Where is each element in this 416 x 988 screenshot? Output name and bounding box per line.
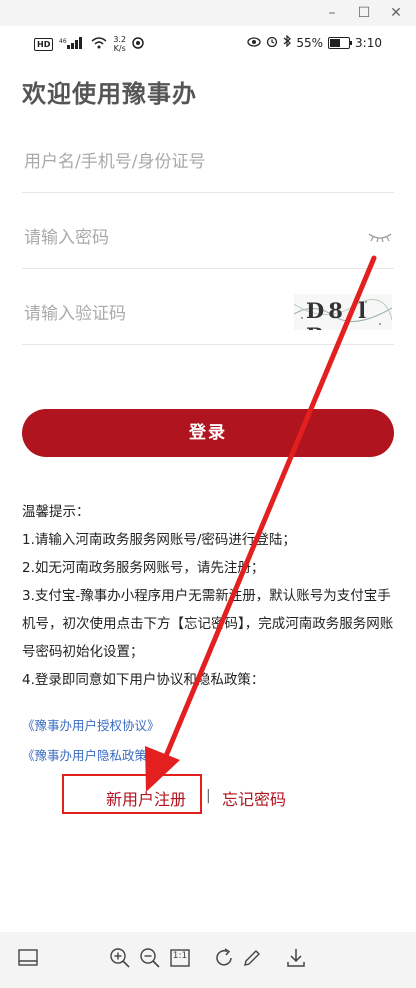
- zoom-out-icon[interactable]: [138, 946, 162, 970]
- minimize-icon[interactable]: –: [322, 3, 342, 23]
- privacy-policy-link[interactable]: 《豫事办用户隐私政策》: [22, 745, 160, 764]
- tip-line: 2.如无河南政务服务网账号，请先注册；: [22, 560, 265, 576]
- tips-panel: 温馨提示： 1.请输入河南政务服务网账号/密码进行登陆； 2.如无河南政务服务网…: [22, 498, 396, 694]
- signal-strength-icon: 46: [59, 36, 85, 52]
- pen-icon[interactable]: [240, 946, 264, 970]
- network-speed: 3.2 K/s: [113, 35, 127, 53]
- app-notification-icon: [132, 36, 144, 52]
- status-bar: HD 46 3.2 K/s 55% 3:10: [0, 26, 416, 60]
- annotation-highlight-box: [62, 774, 202, 814]
- password-field-row: [22, 208, 394, 269]
- page-title: 欢迎使用豫事办: [22, 80, 197, 108]
- tip-line: 3.支付宝-豫事办小程序用户无需新注册，默认账号为支付宝手机号，初次使用点击下方…: [22, 588, 394, 660]
- window-title-bar: – ☐ ✕: [0, 0, 416, 26]
- alarm-icon: [266, 35, 278, 50]
- username-field-row: [22, 132, 394, 193]
- username-input[interactable]: [22, 146, 326, 178]
- password-input[interactable]: [22, 222, 326, 254]
- tip-line: 1.请输入河南政务服务网账号/密码进行登陆；: [22, 532, 296, 548]
- panel-icon[interactable]: [16, 946, 40, 970]
- zoom-in-icon[interactable]: [108, 946, 132, 970]
- bluetooth-icon: [283, 34, 292, 50]
- separator: |: [206, 788, 211, 804]
- captcha-text: D8 l B: [306, 298, 371, 330]
- wifi-icon: [91, 36, 107, 52]
- captcha-input[interactable]: [22, 298, 326, 330]
- captcha-image[interactable]: D8 l B: [294, 294, 392, 330]
- eye-closed-icon[interactable]: [368, 228, 392, 247]
- user-agreement-link[interactable]: 《豫事办用户授权协议》: [22, 715, 160, 734]
- download-icon[interactable]: [284, 946, 308, 970]
- login-button[interactable]: 登录: [22, 409, 394, 457]
- eye-comfort-icon: [247, 36, 262, 50]
- battery-percent: 55%: [296, 35, 324, 50]
- captcha-field-row: D8 l B: [22, 284, 394, 345]
- tips-heading: 温馨提示：: [22, 504, 90, 520]
- maximize-icon[interactable]: ☐: [354, 3, 374, 23]
- battery-icon: [328, 36, 353, 49]
- actual-size-icon[interactable]: 1:1: [168, 946, 192, 970]
- hd-badge: HD: [34, 37, 54, 51]
- svg-text:46: 46: [59, 38, 67, 45]
- clock: 3:10: [355, 35, 382, 50]
- rotate-icon[interactable]: [212, 946, 236, 970]
- viewer-toolbar: 1:1: [0, 932, 416, 988]
- forgot-password-link[interactable]: 忘记密码: [222, 786, 286, 810]
- tip-line: 4.登录即同意如下用户协议和隐私政策：: [22, 672, 265, 688]
- close-icon[interactable]: ✕: [386, 3, 406, 23]
